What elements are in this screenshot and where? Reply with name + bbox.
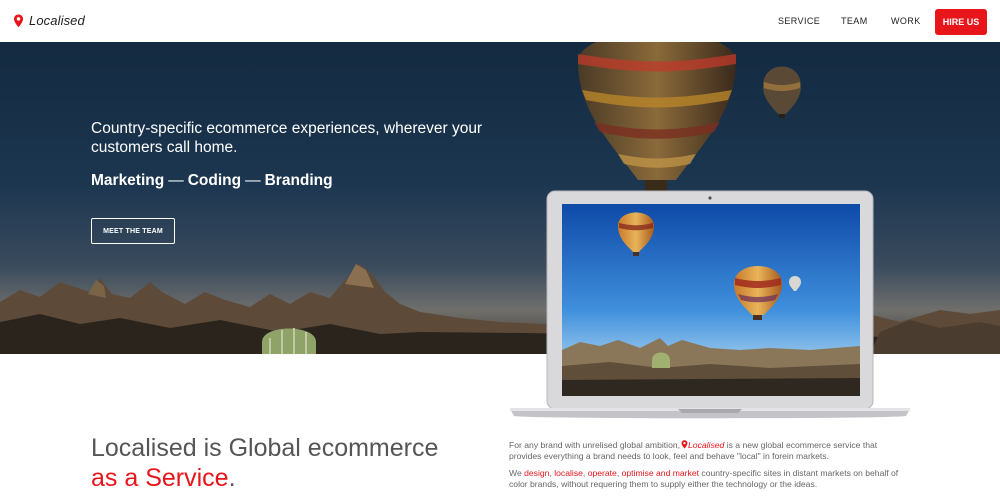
service-marketing: Marketing [91, 172, 165, 189]
map-pin-icon [13, 13, 24, 27]
hero-services: Marketing — Coding — Branding [91, 172, 333, 190]
top-navbar: Localised SERVICE TEAM WORK HIRE US [0, 0, 1000, 42]
about-p1-text: For any brand with unrelised global ambi… [509, 440, 681, 450]
about-title-period: . [228, 464, 236, 492]
link-optimise-and-market[interactable]: optimise and market [622, 468, 699, 478]
about-paragraph-1: For any brand with unrelised global ambi… [509, 440, 904, 461]
nav-link-work[interactable]: WORK [891, 16, 921, 26]
hire-us-button[interactable]: HIRE US [935, 9, 987, 35]
page: Localised SERVICE TEAM WORK HIRE US Coun… [0, 0, 1000, 504]
map-pin-icon [681, 440, 688, 449]
about-paragraph-2: We design, localise, operate, optimise a… [509, 468, 899, 489]
about-p2-text: We [509, 468, 525, 478]
separator: — [245, 172, 261, 189]
service-coding: Coding [187, 172, 242, 189]
about-title-line1: Localised is Global ecommerce [91, 434, 439, 462]
about-title: Localised is Global ecommerce as a Servi… [91, 433, 438, 493]
hot-air-balloon-large [578, 42, 736, 192]
meet-the-team-button[interactable]: MEET THE TEAM [91, 218, 175, 244]
about-title-highlight: as a Service [91, 464, 229, 492]
nav-link-team[interactable]: TEAM [841, 16, 868, 26]
separator: — [168, 172, 184, 189]
nav-link-service[interactable]: SERVICE [778, 16, 820, 26]
laptop-mockup [510, 190, 910, 419]
link-design[interactable]: design [524, 468, 549, 478]
laptop-screen [562, 204, 860, 396]
about-brand-name: Localised [688, 440, 725, 450]
hot-air-balloon-small [763, 66, 801, 118]
hero-headline: Country-specific ecommerce experiences, … [91, 120, 483, 156]
link-operate[interactable]: operate [588, 468, 617, 478]
brand-name: Localised [29, 13, 85, 28]
service-branding: Branding [264, 172, 333, 189]
link-localise[interactable]: localise [554, 468, 583, 478]
brand-logo[interactable]: Localised [13, 13, 85, 28]
